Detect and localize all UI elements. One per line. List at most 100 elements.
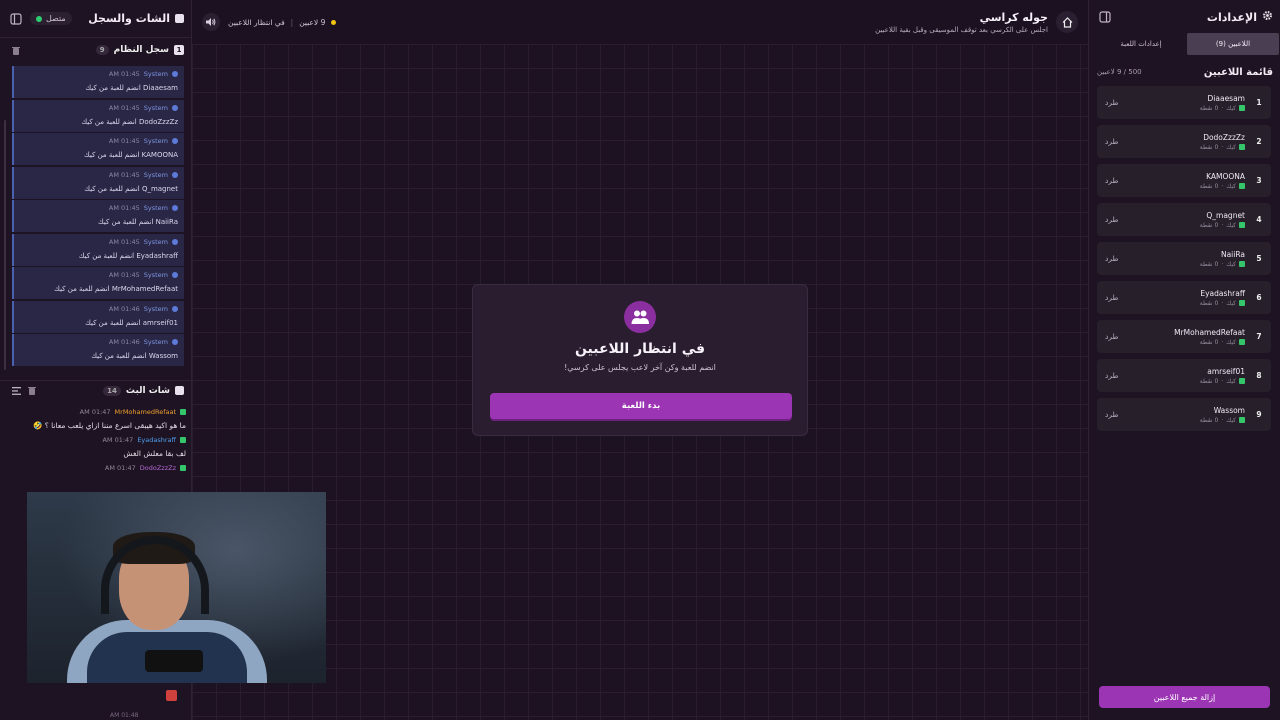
kick-button[interactable]: طرد [1105,410,1118,419]
kick-button[interactable]: طرد [1105,176,1118,185]
kick-icon [180,437,186,443]
trash-icon[interactable] [8,42,24,58]
players-list: طرد Diaaesam كيك · 0 نقطة 1 طرد DodoZzzZz كي… [1097,86,1271,437]
trash-icon[interactable] [24,383,40,399]
system-icon [172,171,178,178]
chat-username[interactable]: Eyadashraff [137,436,176,444]
kick-button[interactable]: طرد [1105,215,1118,224]
player-rank: 5 [1256,254,1262,263]
system-log-item: System 01:45 AM DodoZzzZz انضم للعبة من ك… [12,99,184,132]
room-title: جوله كراسي [979,10,1048,24]
home-button[interactable] [1056,11,1078,33]
kick-button[interactable]: طرد [1105,254,1118,263]
system-log-text: Diaaesam انضم للعبة من كيك [85,84,178,92]
kick-button[interactable]: طرد [1105,332,1118,341]
system-log-time: 01:46 AM [108,338,140,346]
room-subtitle: اجلس على الكرسي بعد توقف الموسيقى وقبل ب… [875,25,1048,34]
system-log-time: 01:45 AM [108,137,140,145]
waiting-subtitle: انضم للعبة وكن آخر لاعب يجلس على كرسي! [564,363,716,372]
connected-dot-icon [36,15,42,22]
player-source: كيك [1226,260,1236,268]
kick-button[interactable]: طرد [1105,293,1118,302]
player-points: 0 نقطة [1199,416,1219,424]
player-points: 0 نقطة [1199,143,1219,151]
list-icon[interactable] [8,383,24,399]
kick-icon [180,409,186,415]
system-log-text: amrseif01 انضم للعبة من كيك [85,318,178,327]
system-log-author: System [143,304,168,313]
player-row: طرد Wassom كيك · 0 نقطة 9 [1097,398,1271,431]
status-dot-icon [331,19,337,25]
connection-status-label: متصل [46,14,66,23]
start-game-button[interactable]: بدء اللعبة [490,393,792,419]
system-log-author: System [143,271,168,279]
player-source: كيك [1226,143,1236,151]
waiting-card: في انتظار اللاعبين انضم للعبة وكن آخر لا… [472,284,808,436]
collapse-panel-icon[interactable] [1097,9,1113,25]
chat-panel-title: الشات والسجل [88,12,184,25]
player-source: كيك [1226,338,1236,346]
settings-tabs: إعدادات اللعبة اللاعبين (9) [1095,33,1279,55]
system-log-author: System [143,338,168,346]
player-name: NaiiRa [1220,249,1245,259]
chat-username[interactable]: MrMohamedRefaat [115,408,176,416]
player-points: 0 نقطة [1199,260,1219,268]
player-source: كيك [1226,377,1236,385]
chat-bubble-icon [175,386,184,395]
system-log-item: System 01:45 AM NaiiRa انضم للعبة من كيك [12,200,184,232]
kick-icon [180,465,186,471]
kick-button[interactable]: طرد [1105,137,1118,146]
system-icon [172,205,178,211]
system-log-text: NaiiRa انضم للعبة من كيك [97,218,178,226]
kick-button[interactable]: طرد [1105,371,1118,380]
system-log-item: System 01:46 AM Wassom انضم للعبة من كيك [12,334,184,366]
live-chat-title: 14 شات البث [103,385,184,396]
player-row: طرد DodoZzzZz كيك · 0 نقطة 2 [1097,125,1271,158]
player-name: KAMOONA [1206,171,1245,181]
settings-header: الإعدادات [1089,0,1280,34]
kick-button[interactable]: طرد [1105,98,1118,107]
player-source: كيك [1226,416,1236,424]
system-log-item: System 01:45 AM Eyadashraff انضم للعبة من… [12,233,184,266]
system-log-item: System 01:45 AM Q_magnet انضم للعبة من كي… [12,166,184,199]
player-source: كيك [1226,299,1236,307]
system-log-text: DodoZzzZz انضم للعبة من كيك [81,117,178,126]
player-points: 0 نقطة [1199,377,1219,385]
sound-button[interactable] [202,13,220,31]
collapse-panel-icon[interactable] [8,11,24,27]
status-separator: | [290,17,294,27]
system-log-header: 9 سجل النظام 1 [0,40,192,60]
live-chat-count: 14 [103,385,121,396]
game-state: في انتظار اللاعبين [228,17,285,27]
kick-icon [1239,105,1245,111]
chat-bubble-icon [175,14,184,23]
chat-time: 01:48 AM [110,712,139,719]
player-row: طرد Diaaesam كيك · 0 نقطة 1 [1097,86,1271,119]
system-log-time: 01:46 AM [108,304,140,313]
system-icon [172,104,178,111]
player-row: طرد Eyadashraff كيك · 0 نقطة 6 [1097,281,1271,314]
player-row: طرد KAMOONA كيك · 0 نقطة 3 [1097,164,1271,197]
live-chat-title-text: شات البث [125,385,170,396]
players-list-header: 500 / 9 لاعبين قائمة اللاعبين [1097,64,1273,80]
phone-icon [145,650,203,672]
chat-panel-header: متصل الشات والسجل [0,0,192,38]
gift-icon [166,690,177,701]
stats-separator: · [1221,143,1224,151]
player-rank: 7 [1256,332,1262,341]
stats-separator: · [1221,299,1224,307]
chat-username[interactable]: DodoZzzZz [140,464,176,472]
player-name: MrMohamedRefaat [1174,327,1245,337]
players-list-title: قائمة اللاعبين [1203,66,1273,78]
chat-time: 01:47 AM [104,464,136,472]
left-scrollbar[interactable] [4,120,6,370]
system-log-title-text: سجل النظام [113,45,169,55]
player-source: كيك [1226,182,1236,190]
player-points: 0 نقطة [1199,338,1219,346]
remove-all-players-button[interactable]: إزالة جميع اللاعبين [1099,686,1270,708]
game-status: 9 لاعبين | في انتظار اللاعبين [228,17,337,27]
kick-icon [1239,261,1245,267]
tab-players[interactable]: اللاعبين (9) [1187,33,1279,55]
system-log-text: Q_magnet انضم للعبة من كيك [84,184,178,193]
tab-game-settings[interactable]: إعدادات اللعبة [1095,33,1187,55]
